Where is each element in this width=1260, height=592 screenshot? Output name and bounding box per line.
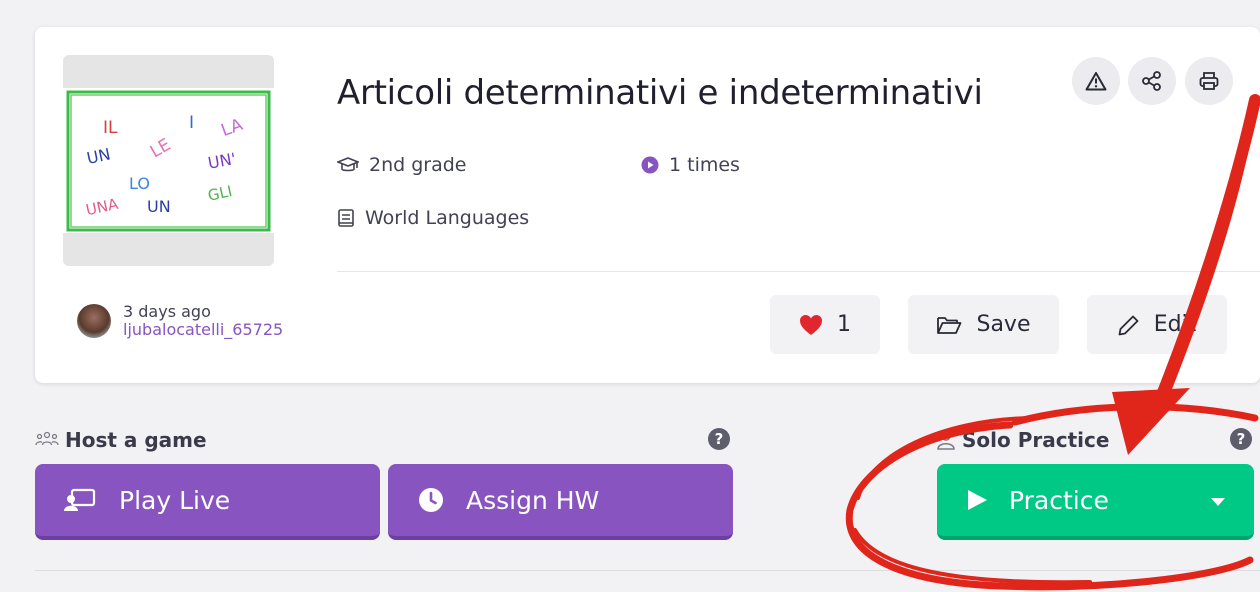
caret-down-icon[interactable]	[1210, 497, 1226, 507]
section-divider	[35, 570, 1260, 571]
arrow-head	[1112, 388, 1190, 455]
edit-button[interactable]: Edit	[1087, 295, 1227, 354]
user-icon	[937, 431, 955, 450]
thumb-word: I	[189, 113, 194, 133]
thumb-word: GLI	[206, 182, 234, 205]
thumb-word: IL	[103, 118, 118, 138]
thumb-word: LE	[147, 135, 175, 162]
thumb-word: UN'	[206, 149, 237, 173]
quiz-title: Articoli determinativi e indeterminativi	[337, 73, 983, 113]
avatar[interactable]	[77, 304, 111, 338]
subject-label: World Languages	[365, 207, 530, 229]
grade-label: 2nd grade	[369, 154, 467, 176]
quiz-card: IL I LA UN LE UN' LO UNA UN GLI Articoli…	[35, 27, 1260, 383]
warning-icon	[1085, 72, 1107, 91]
users-icon	[35, 431, 59, 446]
solo-help-icon[interactable]: ?	[1230, 428, 1252, 450]
assign-hw-button[interactable]: Assign HW	[388, 464, 733, 540]
book-icon	[338, 209, 354, 227]
share-button[interactable]	[1128, 57, 1176, 105]
plays-meta: 1 times	[641, 154, 740, 176]
clock-icon	[419, 488, 443, 512]
pencil-icon	[1118, 315, 1139, 335]
like-button[interactable]: 1	[770, 295, 880, 354]
practice-label: Practice	[1009, 485, 1109, 515]
graduation-cap-icon	[337, 157, 359, 172]
assign-hw-label: Assign HW	[466, 485, 600, 515]
thumb-word: LA	[218, 115, 245, 141]
save-button[interactable]: Save	[908, 295, 1059, 354]
folder-icon	[937, 316, 962, 334]
created-time: 3 days ago	[123, 302, 211, 321]
author-info: 3 days ago ljubalocatelli_65725	[77, 303, 283, 339]
practice-button[interactable]: Practice	[937, 464, 1254, 540]
heart-icon	[800, 314, 822, 335]
thumb-word: UN	[85, 144, 112, 168]
print-button[interactable]	[1185, 57, 1233, 105]
thumb-word: LO	[129, 174, 150, 193]
play-icon	[968, 490, 987, 510]
play-live-label: Play Live	[119, 485, 231, 515]
play-circle-icon	[641, 156, 659, 174]
printer-icon	[1199, 72, 1219, 90]
screen-user-icon	[64, 488, 96, 511]
share-icon	[1142, 71, 1161, 91]
thumb-word: UNA	[84, 195, 120, 220]
report-button[interactable]	[1072, 57, 1120, 105]
plays-label: 1 times	[669, 154, 740, 176]
solo-practice-label: Solo Practice	[936, 428, 1109, 452]
divider	[337, 271, 1260, 272]
host-game-label: Host a game	[35, 428, 207, 452]
host-help-icon[interactable]: ?	[708, 428, 730, 450]
grade-meta: 2nd grade	[337, 154, 467, 176]
thumbnail-image: IL I LA UN LE UN' LO UNA UN GLI	[66, 90, 271, 232]
thumb-word: UN	[147, 197, 171, 216]
save-label: Save	[976, 312, 1031, 337]
play-live-button[interactable]: Play Live	[35, 464, 380, 540]
like-count: 1	[837, 312, 851, 337]
quiz-thumbnail[interactable]: IL I LA UN LE UN' LO UNA UN GLI	[63, 55, 274, 266]
edit-label: Edit	[1153, 312, 1197, 337]
author-username[interactable]: ljubalocatelli_65725	[123, 321, 283, 339]
subject-meta: World Languages	[337, 207, 529, 229]
